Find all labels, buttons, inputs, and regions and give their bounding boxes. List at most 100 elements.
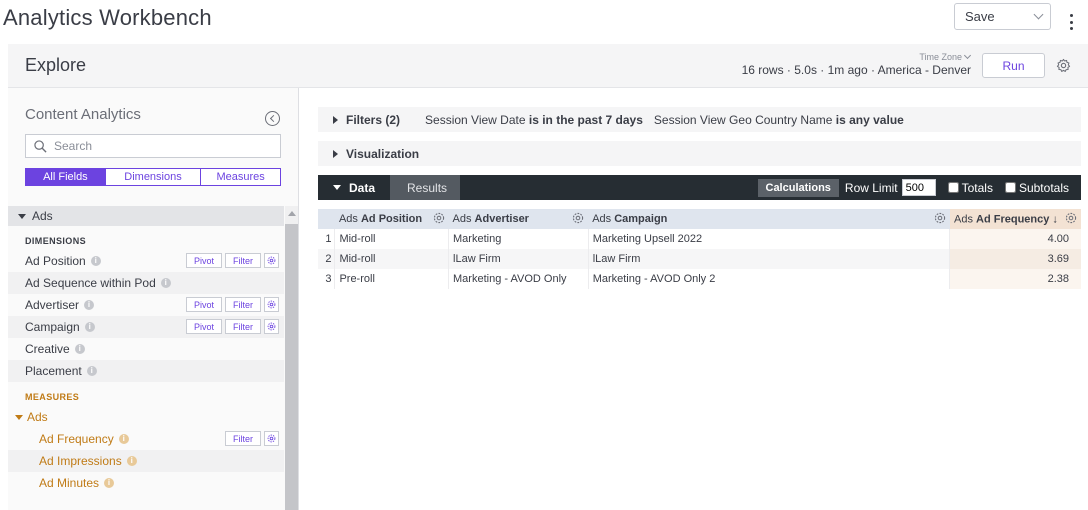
filter-button[interactable]: Filter: [225, 297, 261, 312]
tab-dimensions[interactable]: Dimensions: [104, 169, 201, 185]
filter-button[interactable]: Filter: [225, 253, 261, 268]
column-header-campaign[interactable]: Ads Campaign: [588, 209, 950, 229]
subtotals-checkbox[interactable]: [1004, 182, 1016, 193]
data-tab-label: Data: [349, 180, 376, 195]
cell-ad-frequency[interactable]: 2.38: [949, 269, 1081, 289]
gear-icon[interactable]: [572, 212, 584, 227]
field-search: [25, 134, 281, 158]
row-index: 2: [318, 249, 335, 269]
results-table: Ads Ad Position Ads Advertiser Ads Campa…: [318, 209, 1081, 289]
totals-toggle[interactable]: Totals: [947, 181, 993, 195]
field-placement[interactable]: Placement i: [8, 360, 284, 382]
tab-measures[interactable]: Measures: [200, 169, 280, 185]
column-header-advertiser[interactable]: Ads Advertiser: [448, 209, 589, 229]
table-header-row: Ads Ad Position Ads Advertiser Ads Campa…: [318, 209, 1081, 229]
info-icon[interactable]: i: [104, 478, 115, 488]
field-list: Ads DIMENSIONS Ad Position i Pivot Filte…: [8, 206, 284, 510]
pivot-button[interactable]: Pivot: [186, 253, 222, 268]
cell-ad-position[interactable]: Pre-roll: [334, 269, 449, 289]
cell-campaign[interactable]: Marketing - AVOD Only 2: [587, 269, 950, 289]
search-input[interactable]: [54, 139, 254, 153]
gear-icon[interactable]: [264, 297, 279, 312]
field-type-tabs: All Fields Dimensions Measures: [25, 168, 281, 186]
field-ad-sequence-within-pod[interactable]: Ad Sequence within Pod i: [8, 272, 284, 294]
field-ad-position[interactable]: Ad Position i Pivot Filter: [8, 250, 284, 272]
gear-icon[interactable]: [264, 319, 279, 334]
caret-down-icon: [333, 185, 341, 190]
cell-advertiser[interactable]: lLaw Firm: [448, 249, 589, 269]
totals-checkbox[interactable]: [947, 182, 959, 193]
filter-button[interactable]: Filter: [225, 319, 261, 334]
column-header-ad-position[interactable]: Ads Ad Position: [334, 209, 449, 229]
visualization-bar[interactable]: Visualization: [318, 141, 1081, 166]
data-bar: Data Results Calculations Row Limit Tota…: [318, 175, 1081, 200]
tab-data[interactable]: Data: [318, 175, 390, 200]
column-header-ad-frequency[interactable]: Ads Ad Frequency ↓: [949, 209, 1081, 229]
field-ad-minutes[interactable]: Ad Minutes i: [8, 472, 284, 494]
info-icon[interactable]: i: [90, 256, 101, 266]
run-button[interactable]: Run: [982, 53, 1045, 78]
subtotals-toggle[interactable]: Subtotals: [1004, 181, 1069, 195]
row-limit-label: Row Limit: [844, 180, 898, 195]
field-campaign[interactable]: Campaign i Pivot Filter: [8, 316, 284, 338]
info-icon[interactable]: i: [126, 456, 137, 466]
tab-results[interactable]: Results: [390, 175, 461, 200]
gear-icon[interactable]: [1065, 212, 1077, 227]
row-limit-input[interactable]: [901, 179, 936, 196]
info-icon[interactable]: i: [84, 300, 95, 310]
row-index-header: [318, 209, 335, 229]
field-label: Advertiser: [25, 298, 80, 312]
field-ad-impressions[interactable]: Ad Impressions i: [8, 450, 284, 472]
cell-ad-position[interactable]: Mid-roll: [334, 249, 449, 269]
field-ad-frequency[interactable]: Ad Frequency i Filter: [8, 428, 284, 450]
dimensions-section-label: DIMENSIONS: [25, 236, 87, 246]
gear-icon[interactable]: [934, 212, 946, 227]
tab-all-fields[interactable]: All Fields: [26, 169, 105, 185]
info-icon[interactable]: i: [118, 434, 129, 444]
pivot-button[interactable]: Pivot: [186, 319, 222, 334]
gear-icon[interactable]: [264, 253, 279, 268]
timezone-label: Time Zone: [919, 52, 962, 62]
more-options-icon[interactable]: [1066, 13, 1076, 31]
scroll-up-icon[interactable]: [288, 211, 296, 216]
cell-ad-frequency[interactable]: 3.69: [949, 249, 1081, 269]
scrollbar-thumb[interactable]: [285, 224, 298, 510]
filters-bar[interactable]: Filters (2) Session View Date is in the …: [318, 107, 1081, 132]
cell-campaign[interactable]: Marketing Upsell 2022: [587, 229, 950, 249]
chevron-down-icon: [1033, 9, 1044, 20]
filter-button[interactable]: Filter: [225, 431, 261, 446]
collapse-panel-icon[interactable]: [265, 111, 280, 126]
row-index: 3: [325, 273, 332, 285]
field-creative[interactable]: Creative i: [8, 338, 284, 360]
field-list-scrollbar[interactable]: [285, 206, 298, 510]
group-label: Ads: [32, 209, 53, 223]
measures-section-label: MEASURES: [25, 392, 80, 402]
explore-title: Explore: [25, 55, 87, 75]
app-header: Analytics Workbench Save: [0, 0, 1088, 44]
caret-down-icon: [15, 414, 23, 420]
cell-campaign[interactable]: lLaw Firm: [587, 249, 950, 269]
gear-icon[interactable]: [264, 431, 279, 446]
calculations-button[interactable]: Calculations: [757, 178, 839, 197]
cell-ad-frequency[interactable]: 4.00: [949, 229, 1081, 249]
filters-title: Filters (2): [346, 112, 401, 127]
view-group-ads[interactable]: Ads: [8, 206, 284, 226]
pivot-button[interactable]: Pivot: [186, 297, 222, 312]
field-label: Ad Minutes: [39, 476, 100, 490]
info-icon[interactable]: i: [74, 344, 85, 354]
cell-advertiser[interactable]: Marketing - AVOD Only: [448, 269, 589, 289]
save-dropdown[interactable]: Save: [954, 3, 1051, 30]
timezone-toggle[interactable]: Time Zone: [919, 51, 972, 62]
field-advertiser[interactable]: Advertiser i Pivot Filter: [8, 294, 284, 316]
info-icon[interactable]: i: [160, 278, 171, 288]
cell-ad-position[interactable]: Mid-roll: [334, 229, 449, 249]
row-index: 1: [325, 233, 332, 245]
field-label: Campaign: [25, 320, 80, 334]
info-icon[interactable]: i: [86, 366, 97, 376]
info-icon[interactable]: i: [84, 322, 95, 332]
caret-down-icon: [18, 213, 26, 219]
gear-icon[interactable]: [1056, 58, 1071, 76]
cell-advertiser[interactable]: Marketing: [448, 229, 589, 249]
gear-icon[interactable]: [433, 212, 445, 227]
measures-group-ads[interactable]: Ads: [8, 406, 284, 428]
